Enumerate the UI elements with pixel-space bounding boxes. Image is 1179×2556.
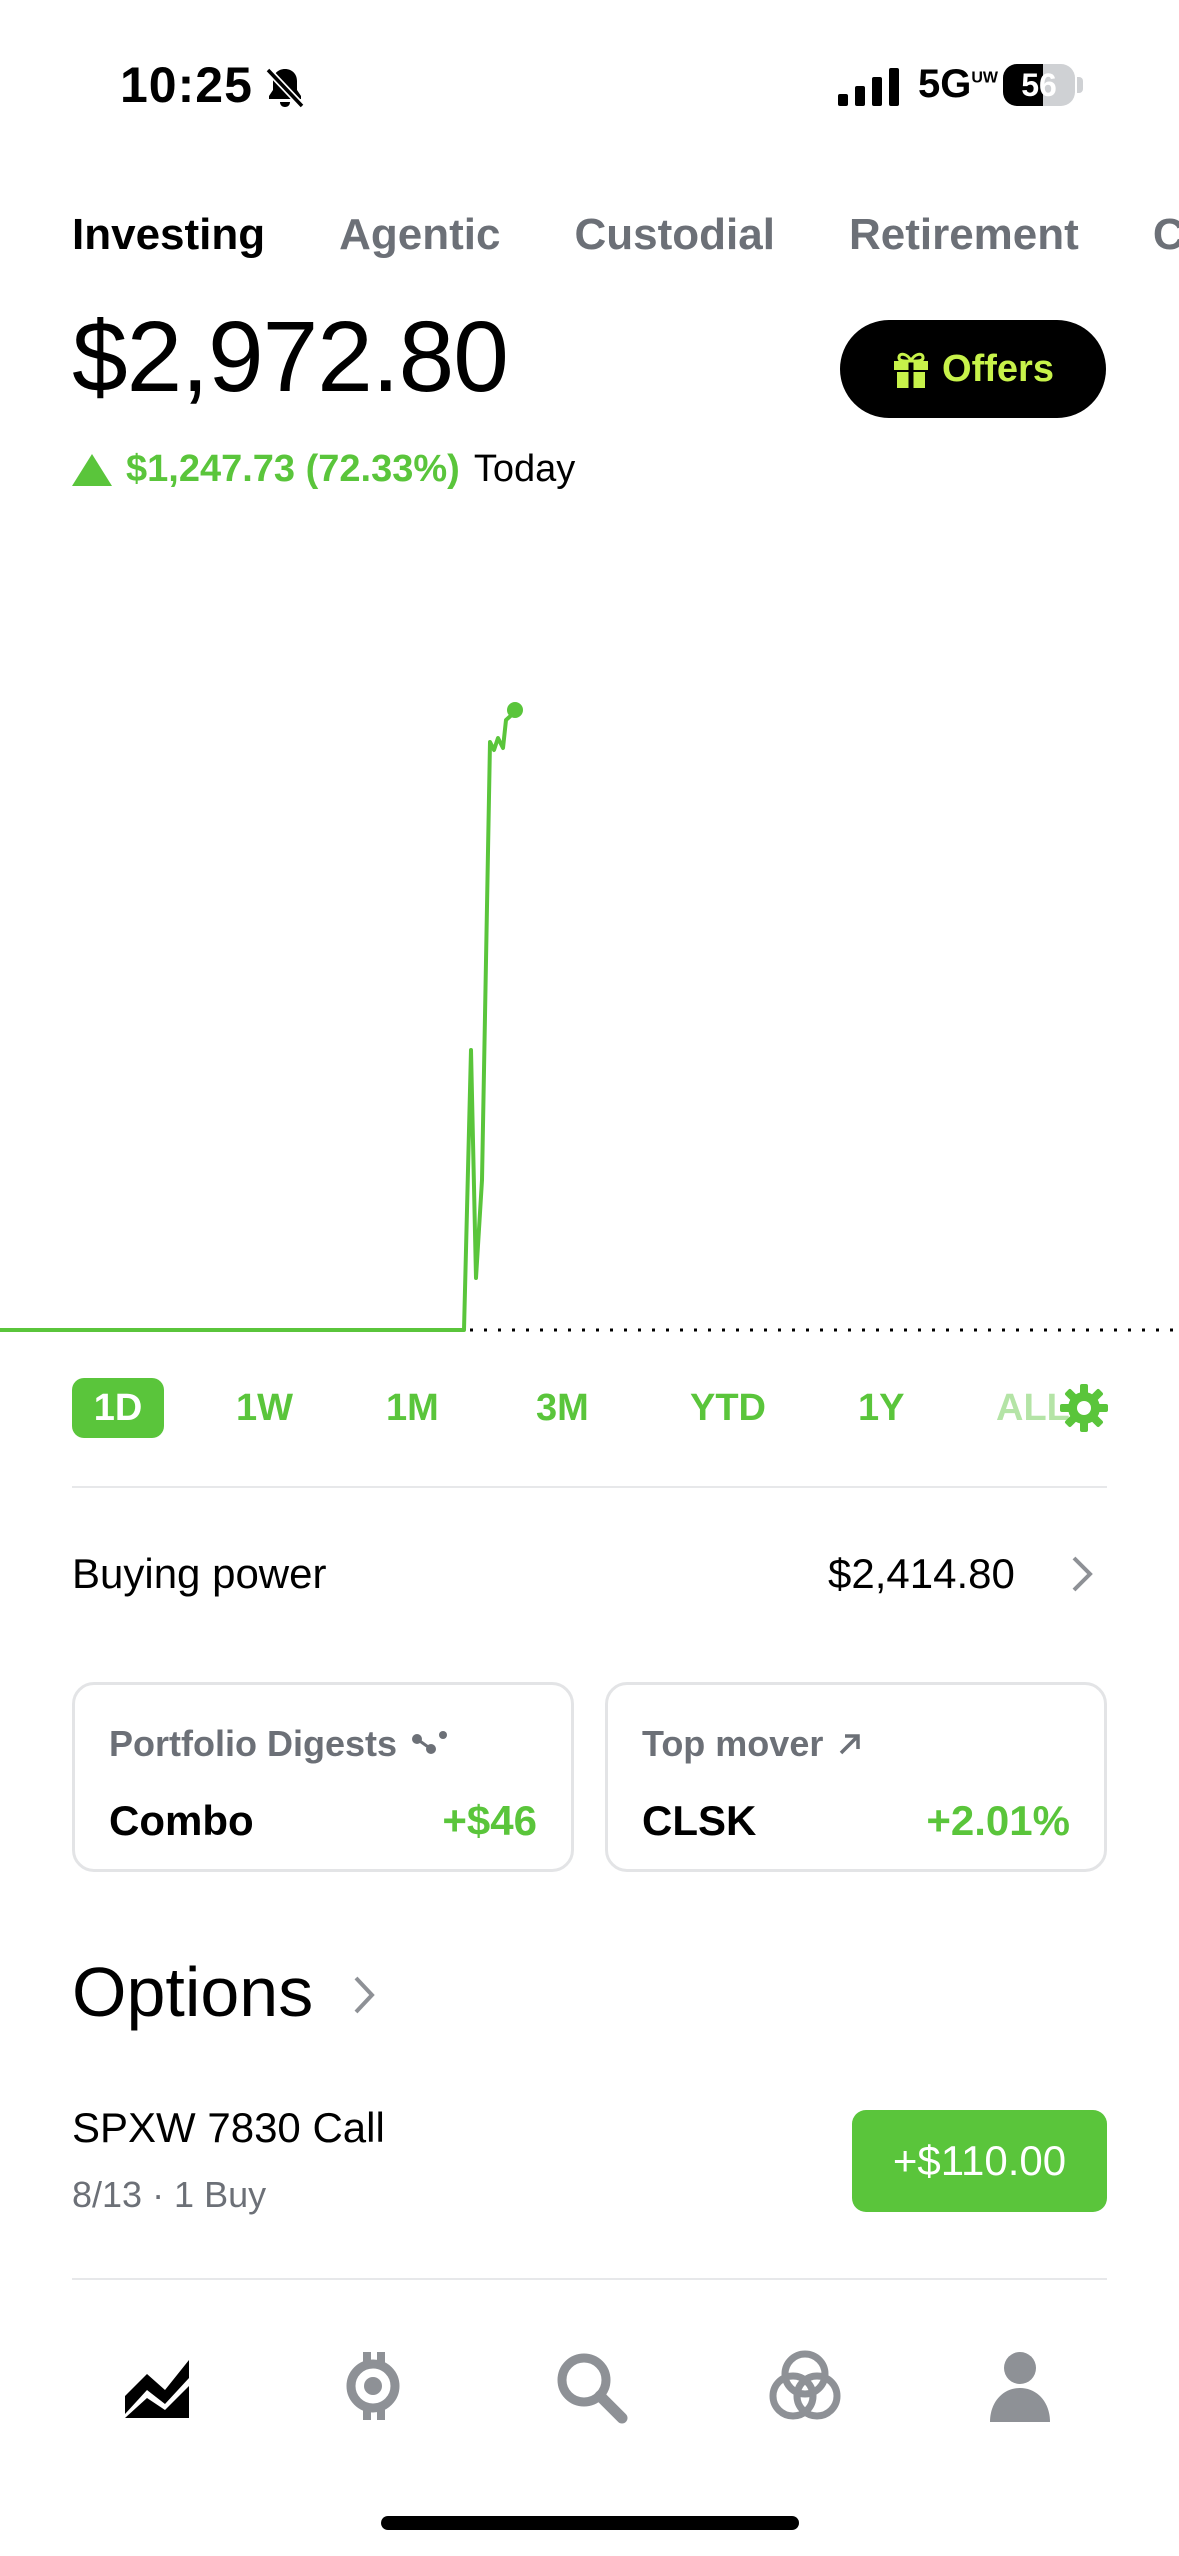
option-details: 8/13 · 1 Buy [72, 2174, 267, 2215]
account-icon[interactable] [980, 2346, 1060, 2426]
option-pl-button[interactable]: +$110.00 [852, 2110, 1107, 2212]
battery-tip [1077, 77, 1083, 93]
battery-icon: 56 [1003, 64, 1075, 106]
signal-icon [838, 68, 899, 106]
battery-level: 56 [1021, 67, 1057, 103]
chevron-right-icon[interactable] [350, 1972, 380, 2018]
offers-label: Offers [942, 347, 1054, 390]
range-1y[interactable]: 1Y [858, 1378, 904, 1438]
account-tabs: Investing Agentic Custodial Retirement C… [72, 210, 1179, 260]
top-mover-card[interactable]: Top mover CLSK +2.01% [605, 1682, 1107, 1872]
status-time: 10:25 [120, 57, 253, 113]
tab-agentic[interactable]: Agentic [339, 210, 500, 260]
network-icon[interactable] [765, 2346, 845, 2426]
tab-crypto[interactable]: Cr [1153, 210, 1179, 260]
buying-power-label[interactable]: Buying power [72, 1550, 326, 1598]
card-value: +$46 [442, 1797, 537, 1844]
daily-change-period: Today [473, 448, 576, 490]
options-heading[interactable]: Options [72, 1952, 313, 2032]
range-3m[interactable]: 3M [536, 1378, 589, 1438]
chart-line [0, 710, 517, 1332]
card-name: Combo [109, 1797, 254, 1844]
time-range-selector: 1D 1W 1M 3M YTD 1Y ALL [72, 1378, 1107, 1438]
card-title: Portfolio Digests [109, 1723, 449, 1765]
card-value: +2.01% [926, 1797, 1070, 1844]
tab-investing[interactable]: Investing [72, 210, 265, 260]
chart-endpoint [507, 702, 523, 718]
gear-icon[interactable] [1058, 1382, 1110, 1434]
bell-muted-icon [265, 67, 305, 109]
buying-power-value[interactable]: $2,414.80 [828, 1550, 1015, 1598]
card-title: Top mover [642, 1723, 865, 1765]
portfolio-chart[interactable] [0, 520, 1179, 1340]
option-name[interactable]: SPXW 7830 Call [72, 2104, 385, 2152]
home-indicator [381, 2516, 799, 2530]
range-1d[interactable]: 1D [72, 1378, 164, 1438]
range-ytd[interactable]: YTD [690, 1378, 766, 1438]
daily-change: $1,247.73 (72.33%) Today [72, 448, 575, 491]
gift-icon [894, 352, 929, 388]
tab-custodial[interactable]: Custodial [575, 210, 775, 260]
arrow-up-right-icon [840, 1734, 861, 1755]
daily-change-amount: $1,247.73 (72.33%) [126, 448, 460, 490]
divider [72, 2278, 1107, 2280]
sparkle-dots-icon [412, 1731, 448, 1754]
card-name: CLSK [642, 1797, 757, 1844]
crypto-icon[interactable] [333, 2346, 413, 2426]
portfolio-digests-card[interactable]: Portfolio Digests Combo +$46 [72, 1682, 574, 1872]
range-1m[interactable]: 1M [386, 1378, 439, 1438]
divider [72, 1486, 1107, 1488]
chevron-right-icon[interactable] [1068, 1552, 1098, 1596]
network-type: 5GUW [918, 62, 999, 106]
portfolio-value: $2,972.80 [72, 301, 509, 413]
tab-retirement[interactable]: Retirement [849, 210, 1079, 260]
search-icon[interactable] [550, 2346, 630, 2426]
up-triangle-icon [72, 453, 112, 486]
offers-button[interactable]: Offers [840, 320, 1106, 418]
investing-chart-icon[interactable] [117, 2346, 197, 2426]
range-1w[interactable]: 1W [236, 1378, 293, 1438]
